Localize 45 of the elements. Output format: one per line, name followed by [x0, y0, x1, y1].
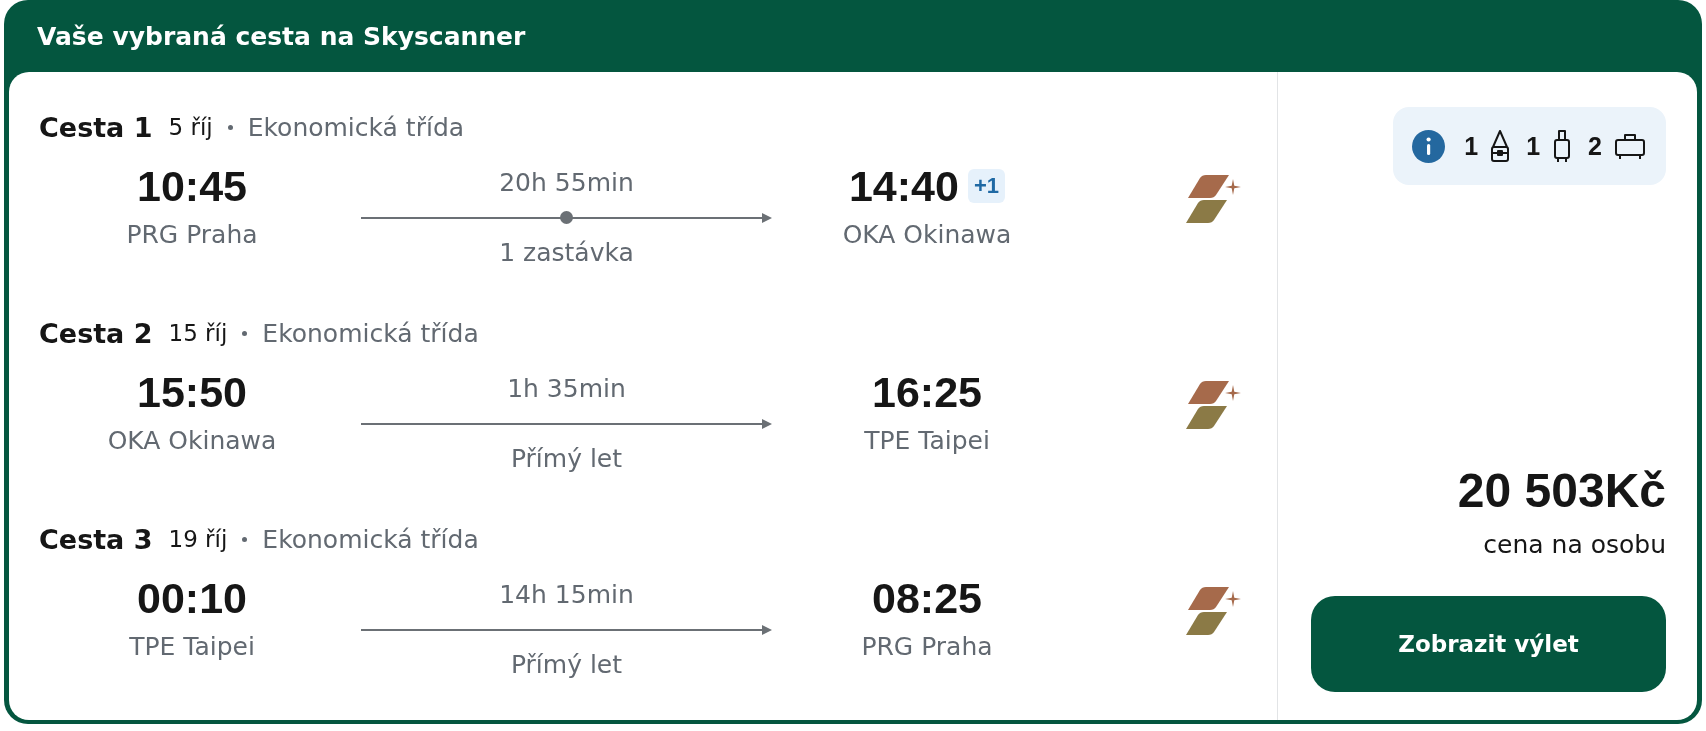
arrival-airport: OKA Okinawa [842, 220, 1012, 250]
departure-airport: TPE Taipei [129, 632, 255, 662]
leg-date: 15 říj [168, 320, 228, 346]
price-note: cena na osobu [1483, 530, 1666, 560]
bag-count: 1 [1464, 131, 1479, 161]
leg-date: 19 říj [168, 526, 228, 552]
bag-count: 1 [1526, 131, 1541, 161]
airline-logo-icon [1183, 586, 1241, 635]
departure-time: 10:45 [137, 162, 247, 210]
flight-duration: 20h 55min [499, 168, 634, 198]
briefcase-icon [1615, 133, 1645, 159]
stops-info: Přímý let [510, 444, 623, 474]
suitcase-icon [1553, 130, 1572, 162]
day-offset-badge: +1 [967, 169, 1006, 203]
leg-title: Cesta 3 [39, 523, 153, 555]
arrival-time: 16:25 [872, 368, 982, 416]
cabin-class: Ekonomická třída [262, 524, 479, 554]
flight-duration: 14h 15min [499, 580, 634, 610]
arrival-time: 14:40 [848, 162, 959, 210]
bullet-separator-icon [242, 330, 248, 336]
bullet-separator-icon [242, 536, 248, 542]
departure-airport: OKA Okinawa [107, 426, 277, 456]
bag-icon [1491, 130, 1510, 162]
leg-title: Cesta 1 [39, 111, 153, 143]
card-title: Vaše vybraná cesta na Skyscanner [37, 21, 526, 51]
trip-price: 20 503Kč [1457, 465, 1666, 517]
airline-logo-icon [1183, 174, 1241, 223]
stops-info: 1 zastávka [499, 238, 634, 268]
arrival-time: 08:25 [872, 574, 982, 622]
departure-time: 15:50 [137, 368, 247, 416]
airline-logo-icon [1183, 380, 1241, 429]
arrival-airport: TPE Taipei [864, 426, 990, 456]
flight-duration: 1h 35min [507, 374, 626, 404]
bag-count: 2 [1588, 131, 1602, 161]
bullet-separator-icon [227, 124, 233, 130]
arrival-airport: PRG Praha [861, 632, 993, 662]
cabin-class: Ekonomická třída [247, 112, 465, 142]
view-trip-button[interactable]: Zobrazit výlet [1311, 596, 1666, 692]
cabin-class: Ekonomická třída [262, 318, 479, 348]
info-icon[interactable] [1412, 129, 1446, 163]
leg-title: Cesta 2 [39, 317, 153, 349]
stops-info: Přímý let [510, 650, 623, 680]
departure-airport: PRG Praha [126, 220, 258, 250]
departure-time: 00:10 [137, 574, 247, 622]
leg-date: 5 říj [168, 114, 213, 140]
